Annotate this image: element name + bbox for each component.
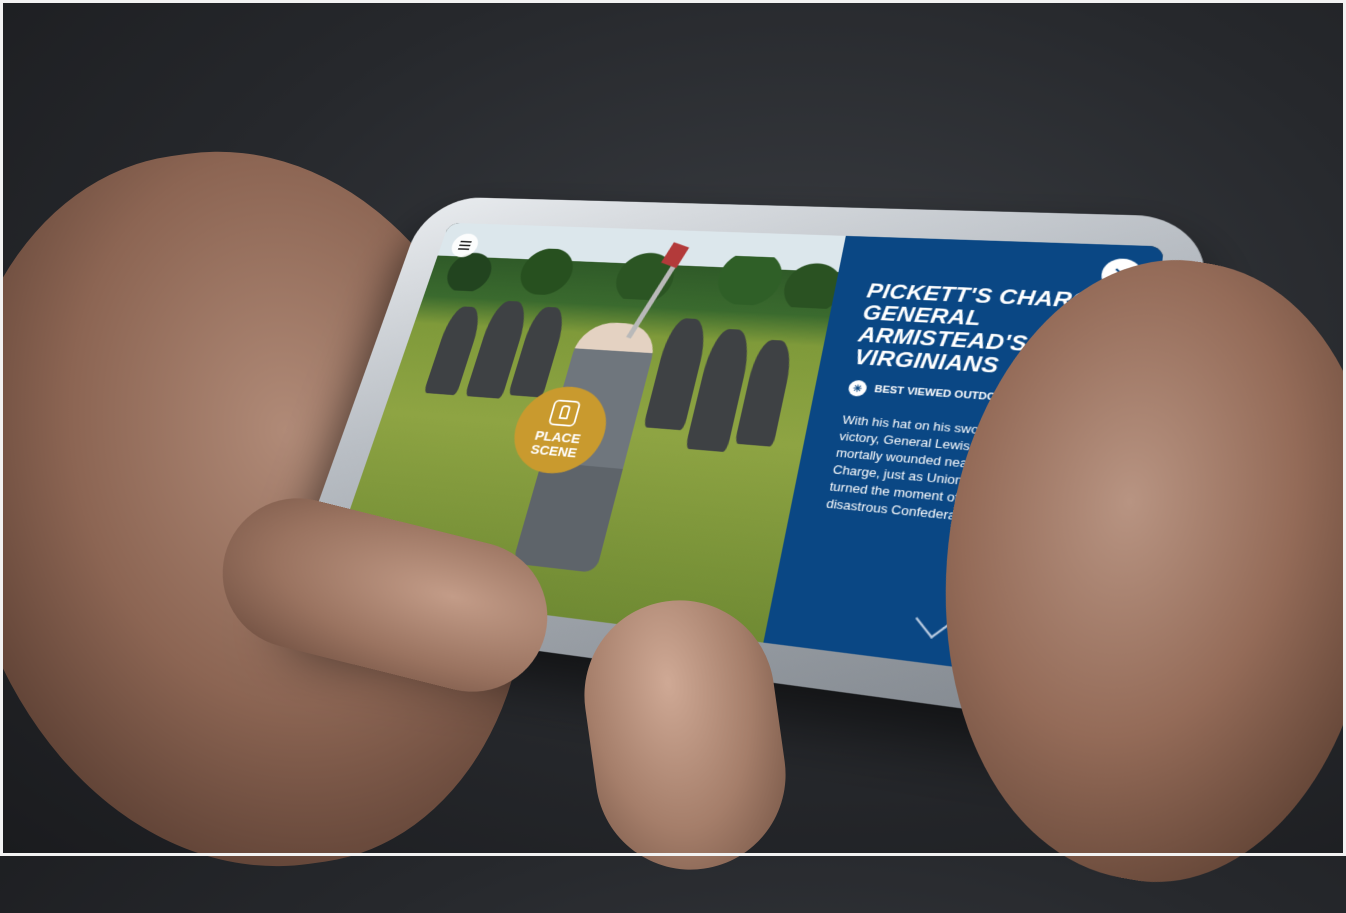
sun-icon: ☀	[847, 379, 868, 397]
place-scene-label-line2: SCENE	[528, 442, 579, 462]
tree-line	[426, 244, 841, 310]
hand-tap-icon	[547, 399, 582, 427]
